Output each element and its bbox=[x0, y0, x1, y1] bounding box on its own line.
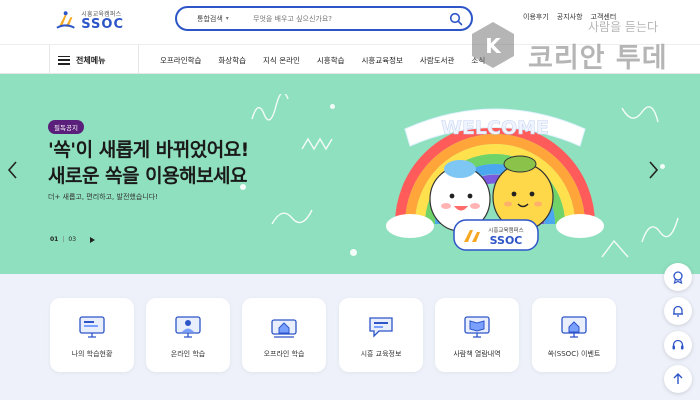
monitor-progress-icon bbox=[79, 316, 105, 338]
hero-description: 더+ 새롭고, 편리하고, 발전했습니다! bbox=[48, 193, 158, 201]
support-button[interactable] bbox=[664, 331, 692, 359]
chevron-right-icon[interactable] bbox=[646, 160, 660, 180]
nav-item-education-info[interactable]: 시흥교육정보 bbox=[362, 55, 403, 66]
search-category-label: 통합검색 bbox=[197, 14, 223, 23]
nav-item-knowledge-online[interactable]: 지식 온라인 bbox=[263, 55, 300, 66]
quick-menu: 나의 학습현황 온라인 학습 오프라인 학습 시흥 교육정보 사람책 열람내역 … bbox=[0, 274, 700, 400]
chevron-left-icon[interactable] bbox=[6, 160, 20, 180]
arrow-up-icon bbox=[673, 373, 683, 384]
util-link-reviews[interactable]: 이용후기 bbox=[523, 12, 549, 22]
hero-title-line1: '쏙'이 새롭게 바뀌었어요! bbox=[48, 139, 249, 161]
book-monitor-icon bbox=[464, 316, 490, 338]
decoration-dot bbox=[330, 104, 335, 109]
award-icon bbox=[673, 271, 683, 284]
nav-item-video[interactable]: 화상학습 bbox=[218, 55, 246, 66]
quick-card-event[interactable]: 쏙(SSOC) 이벤트 bbox=[532, 298, 616, 372]
hero-title-line2: 새로운 쏙을 이용해보세요 bbox=[48, 164, 248, 187]
search-category-select[interactable]: 통합검색 ▾ bbox=[177, 14, 253, 24]
ssoc-logo-icon bbox=[56, 11, 75, 29]
quick-card-label: 쏙(SSOC) 이벤트 bbox=[547, 350, 601, 358]
sign-subtitle: 시흥교육캠퍼스 bbox=[488, 226, 523, 234]
hero-banner: 필독공지 '쏙'이 새롭게 바뀌었어요! 새로운 쏙을 이용해보세요 더+ 새롭… bbox=[0, 74, 700, 274]
pager-total: 03 bbox=[68, 236, 77, 243]
site-header: 시흥교육캠퍼스 SSOC 통합검색 ▾ 이용후기 공지사항 고객센터 bbox=[0, 0, 700, 44]
play-icon[interactable] bbox=[90, 236, 96, 243]
decoration-squiggle bbox=[301, 137, 333, 151]
quick-card-label: 시흥 교육정보 bbox=[360, 350, 402, 358]
all-menu-label: 전체메뉴 bbox=[76, 55, 106, 65]
slide-pager: 01 | 03 bbox=[50, 236, 96, 243]
headset-icon bbox=[672, 339, 684, 350]
decoration-squiggle bbox=[271, 209, 313, 225]
welcome-illustration: WELCOME 시흥교육캠퍼스 SSOC bbox=[386, 108, 604, 251]
search-icon[interactable] bbox=[449, 12, 463, 26]
util-link-support[interactable]: 고객센터 bbox=[591, 12, 617, 22]
pager-current: 01 bbox=[50, 236, 59, 243]
event-house-icon bbox=[561, 316, 587, 338]
sign-title: SSOC bbox=[490, 234, 523, 247]
nav-item-news[interactable]: 소식 bbox=[471, 55, 485, 66]
notice-badge: 필독공지 bbox=[48, 120, 84, 134]
quick-card-label: 사람책 열람내역 bbox=[453, 350, 501, 358]
nav-item-siheung-learning[interactable]: 시흥학습 bbox=[317, 55, 345, 66]
nav-item-human-library[interactable]: 사람도서관 bbox=[420, 55, 455, 66]
quick-card-label: 오프라인 학습 bbox=[263, 350, 305, 358]
logo-title: SSOC bbox=[81, 16, 124, 32]
nav-items: 오프라인학습 화상학습 지식 온라인 시흥학습 시흥교육정보 사람도서관 소식 bbox=[160, 45, 485, 75]
welcome-banner-text: WELCOME bbox=[441, 117, 549, 139]
quick-card-online[interactable]: 온라인 학습 bbox=[146, 298, 230, 372]
hero-title: '쏙'이 새롭게 바뀌었어요! 새로운 쏙을 이용해보세요 bbox=[48, 138, 249, 189]
utility-links: 이용후기 공지사항 고객센터 bbox=[523, 12, 616, 22]
decoration-dot bbox=[350, 249, 357, 256]
search-bar: 통합검색 ▾ bbox=[175, 6, 473, 31]
quick-card-label: 온라인 학습 bbox=[170, 350, 206, 358]
chat-info-icon bbox=[369, 317, 393, 338]
decoration-squiggle bbox=[641, 217, 679, 243]
quick-card-my-learning[interactable]: 나의 학습현황 bbox=[50, 298, 134, 372]
util-link-notice[interactable]: 공지사항 bbox=[557, 12, 583, 22]
main-nav: 전체메뉴 오프라인학습 화상학습 지식 온라인 시흥학습 시흥교육정보 사람도서… bbox=[0, 44, 700, 75]
notification-button[interactable] bbox=[664, 297, 692, 325]
quick-card-human-book[interactable]: 사람책 열람내역 bbox=[435, 298, 519, 372]
site-logo[interactable]: 시흥교육캠퍼스 SSOC bbox=[54, 7, 124, 35]
search-input[interactable] bbox=[253, 14, 443, 23]
decoration-squiggle bbox=[621, 106, 659, 123]
classroom-icon bbox=[271, 319, 297, 338]
quick-card-education-info[interactable]: 시흥 교육정보 bbox=[339, 298, 423, 372]
nav-item-offline[interactable]: 오프라인학습 bbox=[160, 55, 201, 66]
quick-card-label: 나의 학습현황 bbox=[71, 350, 113, 358]
badge-shortcut-button[interactable] bbox=[664, 263, 692, 291]
quick-card-offline[interactable]: 오프라인 학습 bbox=[242, 298, 326, 372]
decoration-squiggle bbox=[251, 94, 289, 121]
bell-icon bbox=[673, 305, 683, 317]
hamburger-icon bbox=[58, 55, 70, 65]
pager-separator: | bbox=[62, 236, 65, 243]
decoration-dot bbox=[660, 164, 665, 169]
all-menu-button[interactable]: 전체메뉴 bbox=[49, 45, 139, 75]
online-teacher-icon bbox=[175, 316, 201, 338]
scroll-top-button[interactable] bbox=[664, 365, 692, 393]
chevron-down-icon: ▾ bbox=[225, 15, 229, 22]
